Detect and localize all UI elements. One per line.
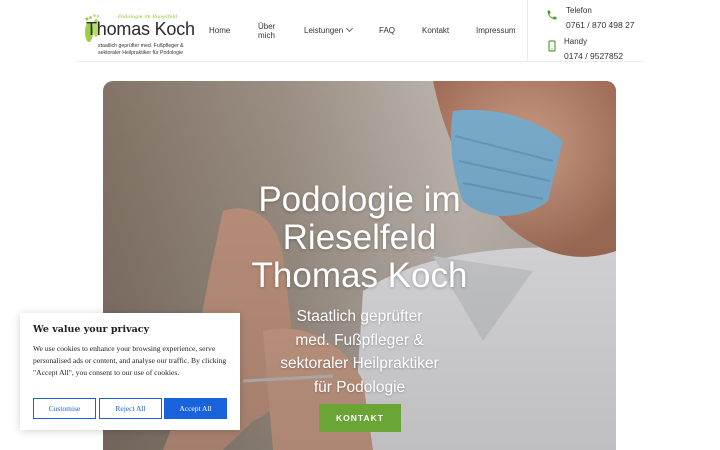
hero-title: Podologie im Rieselfeld Thomas Koch (103, 181, 616, 295)
nav-kontakt[interactable]: Kontakt (422, 26, 449, 35)
customise-button[interactable]: Customise (33, 398, 96, 419)
telefon-number[interactable]: 0761 / 870 498 27 (566, 20, 635, 30)
nav-leistungen[interactable]: Leistungen (304, 24, 354, 35)
site-logo[interactable]: Podologie im Rieselfeld Thomas Koch staa… (80, 10, 195, 56)
hero-title-line: Podologie im (258, 180, 461, 219)
reject-all-button[interactable]: Reject All (99, 398, 162, 419)
site-header: Podologie im Rieselfeld Thomas Koch staa… (0, 0, 720, 62)
nav-leistungen-label: Leistungen (304, 26, 344, 35)
nav-impressum[interactable]: Impressum (476, 26, 516, 35)
header-divider (527, 0, 528, 62)
nav-faq[interactable]: FAQ (379, 26, 395, 35)
telefon-label: Telefon (566, 6, 592, 15)
logo-subline-2: sektoraler Heilpraktiker für Podologie (98, 50, 184, 56)
hero-title-line: Rieselfeld (282, 218, 437, 257)
header-bottom-line (76, 61, 644, 62)
phone-icon (547, 10, 557, 20)
accept-all-button[interactable]: Accept All (164, 398, 227, 419)
kontakt-button[interactable]: KONTAKT (319, 404, 401, 432)
cookie-title: We value your privacy (33, 324, 150, 335)
logo-name: Thomas Koch (86, 19, 195, 39)
handy-label: Handy (564, 37, 588, 46)
logo-subline-1: staatlich geprüfter med. Fußpfleger & (98, 43, 184, 49)
cookie-consent-banner: We value your privacy We use cookies to … (20, 313, 240, 430)
cookie-button-row: Customise Reject All Accept All (33, 398, 227, 419)
chevron-down-icon (346, 24, 354, 33)
handy-number[interactable]: 0174 / 9527852 (564, 51, 623, 61)
cookie-text: We use cookies to enhance your browsing … (33, 344, 227, 377)
mobile-phone-icon (548, 40, 556, 52)
hero-title-line: Thomas Koch (251, 256, 468, 295)
nav-ueber-mich[interactable]: Über mich (258, 22, 282, 40)
nav-home[interactable]: Home (209, 26, 230, 35)
